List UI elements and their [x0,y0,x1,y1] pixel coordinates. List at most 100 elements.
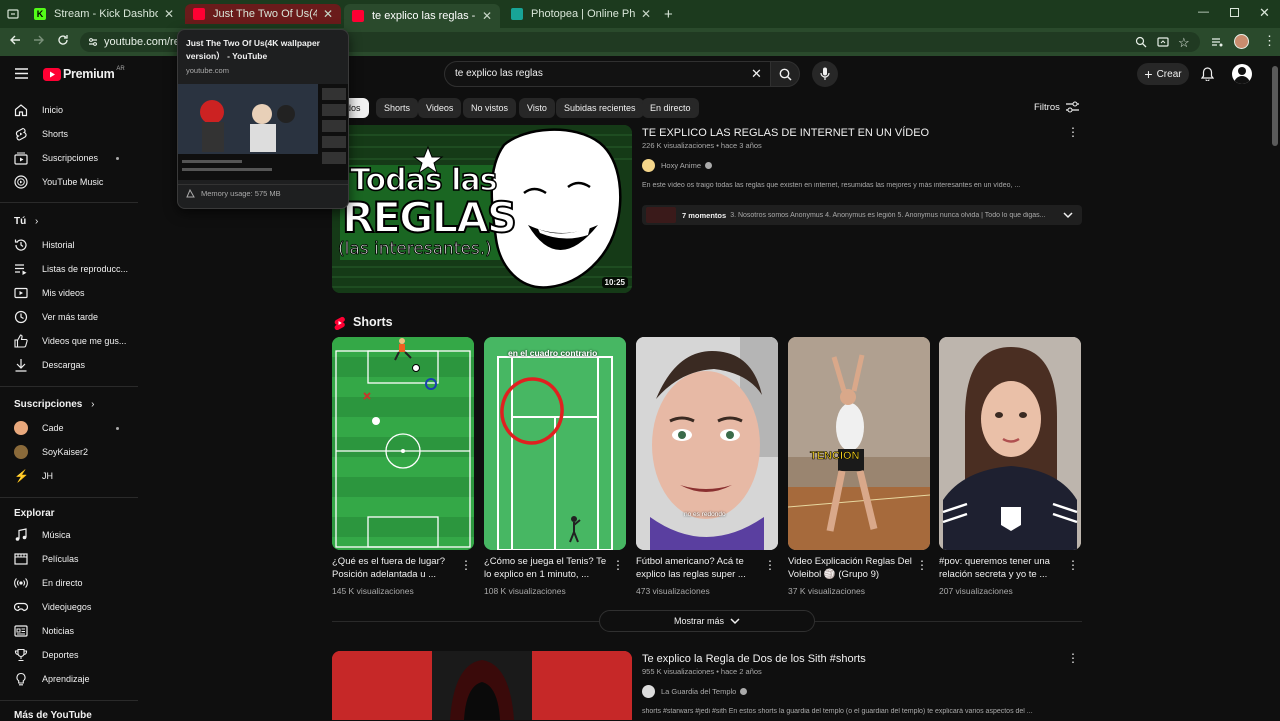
tab-preview-image [178,84,348,180]
search-button[interactable] [770,61,800,87]
sidebar-item-descargas[interactable]: Descargas [14,355,85,375]
youtube-logo[interactable]: Premium AR [43,66,125,81]
chip-videos[interactable]: Videos [418,98,462,118]
more-actions-icon[interactable]: ⋮ [1067,652,1079,664]
chip-subidas-recientes[interactable]: Subidas recientes [556,98,644,118]
zoom-icon[interactable] [1135,36,1147,48]
short-card[interactable]: TENCION Video Explicación Reglas Del Vol… [788,337,930,596]
short-card[interactable]: ¿Qué es el fuera de lugar? Posición adel… [332,337,474,596]
chip-en-directo[interactable]: En directo [642,98,699,118]
tab-te-explico[interactable]: te explico las reglas - YouTube ✕ [344,4,500,28]
close-tab-icon[interactable]: ✕ [323,7,333,21]
sidebar-sub-jh[interactable]: ⚡ JH [14,466,53,486]
filters-button[interactable]: Filtros [1034,101,1079,113]
page-scrollbar[interactable] [1272,60,1278,720]
short-card[interactable]: no es redondo Fútbol americano? Acá te e… [636,337,778,596]
video-title[interactable]: TE EXPLICO LAS REGLAS DE INTERNET EN UN … [642,127,1052,139]
bookmark-star-icon[interactable]: ☆ [1178,35,1190,51]
site-info-icon[interactable] [87,36,99,48]
minimize-icon[interactable]: — [1198,6,1209,18]
sidebar-divider [0,700,138,701]
channel-row[interactable]: Hoxy Anime [642,159,713,172]
sidebar-item-liked-videos[interactable]: Videos que me gus... [14,331,126,351]
sidebar-item-playlists[interactable]: Listas de reproducc... [14,259,128,279]
sidebar-item-inicio[interactable]: Inicio [14,100,63,120]
key-moments-bar[interactable]: 7 momentos 3. Nosotros somos Anonymus 4.… [642,205,1082,225]
sidebar-item-historial[interactable]: Historial [14,235,75,255]
short-thumbnail[interactable]: TENCION [788,337,930,550]
sidebar-item-videojuegos[interactable]: Videojuegos [14,597,91,617]
browser-tab-bar: K Stream - Kick Dashboard ✕ Just The Two… [0,0,1280,28]
new-content-dot [116,157,119,160]
short-card[interactable]: en el cuadro contrario ¿Cómo se juega el… [484,337,626,596]
sidebar-item-youtube-music[interactable]: YouTube Music [14,172,103,192]
sidebar-item-ver-mas-tarde[interactable]: Ver más tarde [14,307,98,327]
sidebar-item-deportes[interactable]: Deportes [14,645,79,665]
clear-search-icon[interactable]: ✕ [751,67,762,80]
sidebar-item-musica[interactable]: Música [14,525,71,545]
notifications-icon[interactable] [1201,67,1214,81]
sidebar-item-suscripciones[interactable]: Suscripciones [14,148,98,168]
show-more-button[interactable]: Mostrar más [599,610,815,632]
close-tab-icon[interactable]: ✕ [164,7,174,21]
short-thumbnail[interactable] [939,337,1081,550]
short-thumbnail[interactable]: en el cuadro contrario [484,337,626,550]
cast-icon[interactable] [1157,36,1169,48]
account-avatar[interactable] [1232,64,1252,84]
reload-icon[interactable] [57,34,69,46]
create-button[interactable]: + Crear [1137,63,1189,85]
video-title[interactable]: Te explico la Regla de Dos de los Sith #… [642,653,1052,665]
channel-row[interactable]: La Guardia del Templo [642,685,748,698]
sidebar-item-shorts[interactable]: Shorts [14,124,68,144]
video-description: shorts #starwars #jedi #sith En estos sh… [642,708,1033,715]
video-thumbnail[interactable] [332,651,632,720]
new-tab-icon[interactable]: + [664,6,673,23]
tab-just-the-two-of-us[interactable]: Just The Two Of Us(4K wallpaper ✕ [185,4,341,24]
media-controls-icon[interactable] [1211,36,1223,48]
more-actions-icon[interactable]: ⋮ [1067,559,1079,571]
channel-avatar [642,159,655,172]
sidebar-subscriptions-heading[interactable]: Suscripciones › [14,399,94,410]
forward-icon[interactable] [33,34,45,46]
plus-icon: + [1144,66,1153,82]
more-actions-icon[interactable]: ⋮ [916,559,928,571]
profile-avatar-icon[interactable] [1234,34,1249,49]
chip-visto[interactable]: Visto [519,98,555,118]
sidebar-divider [0,497,138,498]
short-thumbnail[interactable] [332,337,474,550]
microphone-icon [820,67,830,80]
short-title: Video Explicación Reglas Del Voleibol 🏐 … [788,556,912,580]
restore-icon[interactable] [1230,8,1239,17]
sidebar-you-heading[interactable]: Tú › [14,216,38,227]
short-card[interactable]: #pov: queremos tener una relación secret… [939,337,1081,596]
channel-name: La Guardia del Templo [661,687,737,696]
tab-kick-dashboard[interactable]: K Stream - Kick Dashboard ✕ [26,4,182,24]
sidebar-item-aprendizaje[interactable]: Aprendizaje [14,669,90,689]
video-thumbnail[interactable]: Todas las REGLAS (las interesantes.) 10:… [332,125,632,293]
sidebar-item-mis-videos[interactable]: Mis videos [14,283,85,303]
guide-menu-icon[interactable] [15,68,28,79]
tab-search-icon[interactable] [6,7,20,21]
more-actions-icon[interactable]: ⋮ [1067,126,1079,138]
close-window-icon[interactable]: ✕ [1259,5,1270,21]
sidebar-item-peliculas[interactable]: Películas [14,549,79,569]
short-thumbnail[interactable]: no es redondo [636,337,778,550]
sidebar-item-en-directo[interactable]: En directo [14,573,83,593]
scrollbar-thumb[interactable] [1272,66,1278,146]
sidebar-sub-soykaiser2[interactable]: SoyKaiser2 [14,442,88,462]
tab-photopea[interactable]: Photopea | Online Photo Editor ✕ [503,4,659,24]
close-tab-icon[interactable]: ✕ [641,7,651,21]
chip-no-vistos[interactable]: No vistos [463,98,517,118]
more-actions-icon[interactable]: ⋮ [460,559,472,571]
sidebar-sub-cade[interactable]: Cade [14,418,64,438]
close-tab-icon[interactable]: ✕ [482,9,492,23]
more-actions-icon[interactable]: ⋮ [764,559,776,571]
more-actions-icon[interactable]: ⋮ [612,559,624,571]
sidebar-item-noticias[interactable]: Noticias [14,621,74,641]
short-title: Fútbol americano? Acá te explico las reg… [636,556,746,580]
chip-shorts[interactable]: Shorts [376,98,419,118]
back-icon[interactable] [9,34,21,46]
voice-search-button[interactable] [812,61,838,87]
search-input[interactable]: te explico las reglas [455,68,543,79]
browser-menu-icon[interactable]: ⋮ [1263,34,1276,47]
